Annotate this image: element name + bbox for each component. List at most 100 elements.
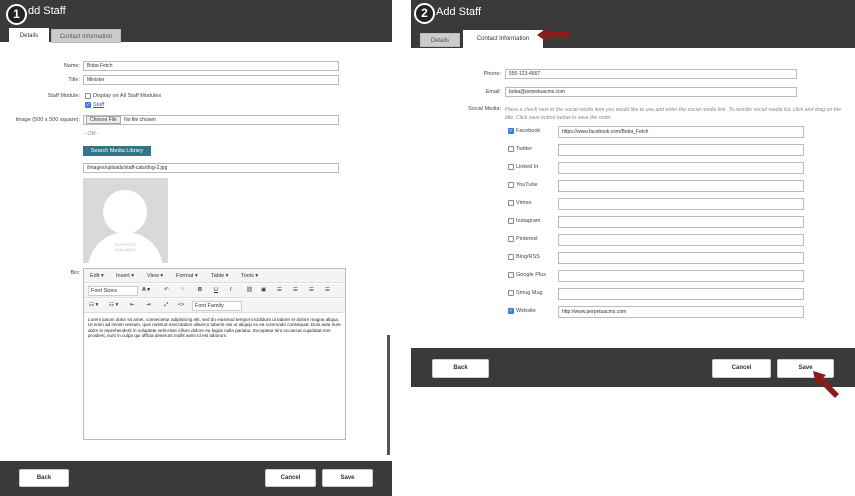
image-label: Image (500 x 500 square): <box>15 117 80 123</box>
back-button[interactable]: Back <box>432 359 489 378</box>
social-url-field[interactable] <box>558 270 804 282</box>
social-item-label[interactable]: Pinterest <box>516 236 538 242</box>
file-input[interactable]: Choose File No file chosen <box>83 115 339 125</box>
page-scrollbar[interactable] <box>387 335 390 455</box>
title-field[interactable]: Minister <box>83 75 339 85</box>
social-checkbox[interactable] <box>508 128 514 134</box>
or-divider: - OR - <box>84 131 99 137</box>
numbered-list-icon[interactable]: ☷ ▾ <box>109 302 118 308</box>
menu-view[interactable]: View ▾ <box>147 273 163 279</box>
tab-details[interactable]: Details <box>9 28 49 42</box>
no-file-text: No file chosen <box>124 117 156 123</box>
menu-format[interactable]: Format ▾ <box>176 273 198 279</box>
social-url-field[interactable] <box>558 198 804 210</box>
search-media-button[interactable]: Search Media Library <box>83 146 151 156</box>
bio-editor[interactable]: Edit ▾ Insert ▾ View ▾ Format ▾ Table ▾ … <box>83 268 346 440</box>
display-all-label: Display on All Staff Modules <box>93 93 162 99</box>
editor-menubar: Edit ▾ Insert ▾ View ▾ Format ▾ Table ▾ … <box>84 269 345 283</box>
align-justify-icon[interactable]: ☰ <box>325 287 330 293</box>
menu-tools[interactable]: Tools ▾ <box>241 273 258 279</box>
image-icon[interactable]: ▣ <box>261 287 266 293</box>
staff-checkbox[interactable] <box>85 102 91 108</box>
align-left-icon[interactable]: ☰ <box>277 287 282 293</box>
social-url-field[interactable] <box>558 162 804 174</box>
social-url-field[interactable] <box>558 234 804 246</box>
align-right-icon[interactable]: ☰ <box>309 287 314 293</box>
social-checkbox[interactable] <box>508 308 514 314</box>
page-title: Add Staff <box>436 6 482 18</box>
social-checkbox[interactable] <box>508 146 514 152</box>
name-label: Name: <box>63 63 80 69</box>
font-sizes-select[interactable]: Font Sizes <box>88 286 138 296</box>
step-badge: 2 <box>414 3 435 24</box>
cancel-button[interactable]: Cancel <box>265 469 316 487</box>
bullet-list-icon[interactable]: ☷ ▾ <box>89 302 98 308</box>
undo-icon[interactable]: ↶ <box>164 287 169 293</box>
source-code-icon[interactable]: <> <box>178 302 184 308</box>
social-item-label[interactable]: Smug Mug <box>516 290 543 296</box>
social-url-field[interactable]: https://www.facebook.com/Boba_Fetch <box>558 126 804 138</box>
menu-insert[interactable]: Insert ▾ <box>116 273 134 279</box>
back-button[interactable]: Back <box>19 469 69 487</box>
footer-bar: Back Cancel Save <box>411 348 855 387</box>
social-url-field[interactable] <box>558 252 804 264</box>
social-url-field[interactable]: http://www.perpetuacms.com <box>558 306 804 318</box>
staff-link[interactable]: Staff <box>93 102 104 108</box>
save-button[interactable]: Save <box>322 469 373 487</box>
page-title: dd Staff <box>28 5 66 17</box>
social-item-label[interactable]: Website <box>516 308 536 314</box>
menu-table[interactable]: Table ▾ <box>211 273 228 279</box>
link-icon[interactable]: ⛓ <box>246 287 253 293</box>
staff-module-label: Staff Module: <box>47 93 80 99</box>
tab-contact-information[interactable]: Contact Information <box>463 30 543 48</box>
social-checkbox[interactable] <box>508 182 514 188</box>
title-label: Title: <box>68 77 80 83</box>
redo-icon[interactable]: ↷ <box>180 287 185 293</box>
phone-label: Phone: <box>483 71 501 77</box>
social-item-label[interactable]: Vimeo <box>516 200 532 206</box>
phone-field[interactable]: 555-123-4567 <box>505 69 797 79</box>
social-item-label[interactable]: Instagram <box>516 218 540 224</box>
fullscreen-icon[interactable]: ⤢ <box>164 302 168 309</box>
social-checkbox[interactable] <box>508 218 514 224</box>
underline-button[interactable]: U <box>214 287 218 293</box>
social-checkbox[interactable] <box>508 164 514 170</box>
editor-toolbar-1: Font Sizes A ▾ ↶ ↷ B U I ⛓ ▣ ☰ ☰ ☰ ☰ <box>84 284 345 298</box>
image-path-field[interactable]: /images/uploads/staff-cats/dog-2.jpg <box>83 163 339 173</box>
social-checkbox[interactable] <box>508 200 514 206</box>
text-color-button[interactable]: A ▾ <box>142 287 150 293</box>
social-checkbox[interactable] <box>508 236 514 242</box>
italic-button[interactable]: I <box>230 287 232 293</box>
choose-file-button[interactable]: Choose File <box>86 116 121 124</box>
indent-icon[interactable]: ⇥ <box>146 302 151 308</box>
social-media-label: Social Media: <box>467 106 501 112</box>
social-item-label[interactable]: YouTube <box>516 182 538 188</box>
tab-contact-information[interactable]: Contact Information <box>51 29 121 43</box>
cancel-button[interactable]: Cancel <box>712 359 771 378</box>
font-family-select[interactable]: Font Family <box>192 301 242 311</box>
align-center-icon[interactable]: ☰ <box>293 287 298 293</box>
social-checkbox[interactable] <box>508 254 514 260</box>
social-item-label[interactable]: Facebook <box>516 128 540 134</box>
social-url-field[interactable] <box>558 180 804 192</box>
menu-edit[interactable]: Edit ▾ <box>90 273 104 279</box>
social-item-label[interactable]: Linked In <box>516 164 538 170</box>
social-url-field[interactable] <box>558 216 804 228</box>
social-url-field[interactable] <box>558 288 804 300</box>
social-checkbox[interactable] <box>508 272 514 278</box>
bold-button[interactable]: B <box>198 287 202 293</box>
tab-details[interactable]: Details <box>420 33 460 47</box>
editor-toolbar-2: ☷ ▾ ☷ ▾ ⇤ ⇥ ⤢ <> Font Family <box>84 299 345 313</box>
bio-content[interactable]: Lorem ipsum dolor sit amet, consectetur … <box>88 317 341 339</box>
display-all-checkbox[interactable] <box>85 93 91 99</box>
name-field[interactable]: Boba Fetch <box>83 61 339 71</box>
step-badge: 1 <box>6 4 27 25</box>
social-item-label[interactable]: Blog/RSS <box>516 254 540 260</box>
social-item-label[interactable]: Twitter <box>516 146 532 152</box>
social-checkbox[interactable] <box>508 290 514 296</box>
social-item-label[interactable]: Google Plus <box>516 272 546 278</box>
social-url-field[interactable] <box>558 144 804 156</box>
email-field[interactable]: boba@perpetuacms.com <box>505 87 797 97</box>
outdent-icon[interactable]: ⇤ <box>130 302 135 308</box>
avatar-head <box>103 190 147 234</box>
